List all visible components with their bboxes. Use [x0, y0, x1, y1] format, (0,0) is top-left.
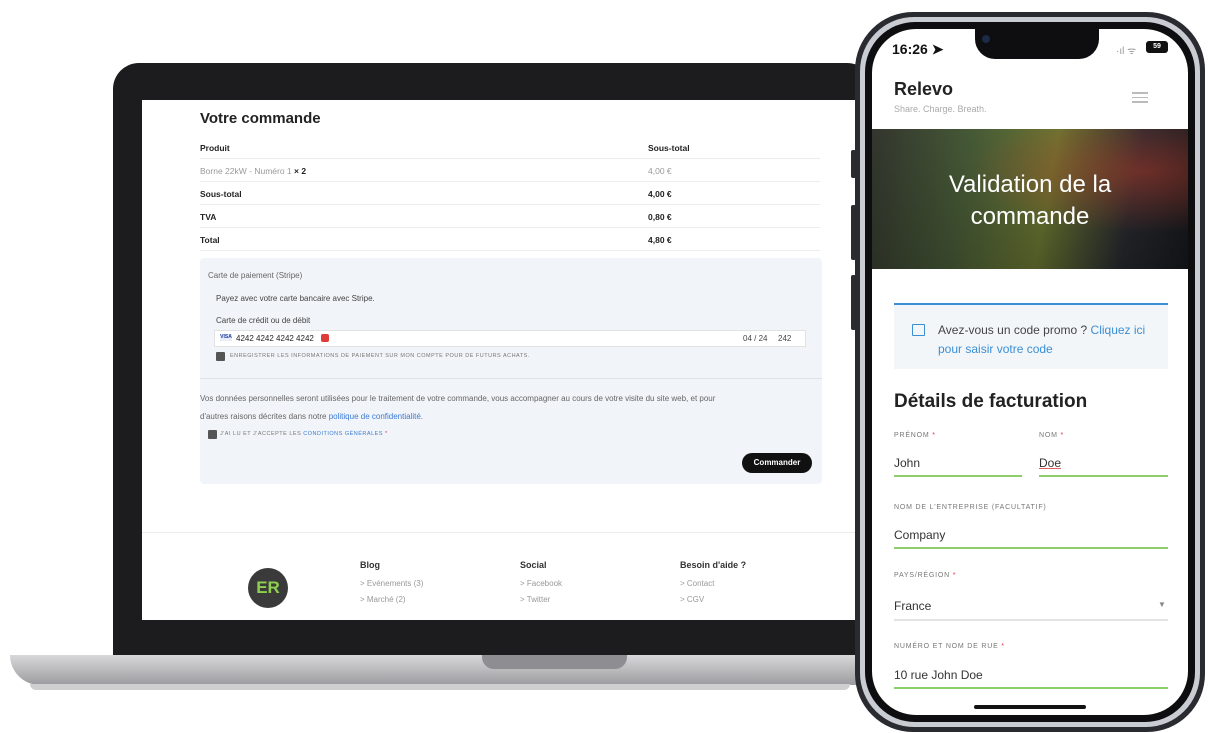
visa-icon: VISA — [220, 334, 232, 341]
table-row: Borne 22kW - Numéro 1 × 2 4,00 € — [200, 159, 820, 182]
header-subtotal: Sous-total — [648, 143, 690, 153]
relevo-logo[interactable]: ER — [248, 568, 288, 608]
terms-link[interactable]: conditions générales — [303, 431, 383, 437]
billing-title: Détails de facturation — [894, 391, 1088, 412]
phone-volume-up — [851, 205, 856, 260]
company-label: Nom de l'entreprise (facultatif) — [894, 504, 1047, 511]
last-name-field[interactable]: Doe — [1039, 456, 1061, 470]
order-button[interactable]: Commander — [742, 453, 812, 473]
privacy-text-2: d'autres raisons décrites dans notre pol… — [200, 412, 424, 421]
footer-link-contact[interactable]: > Contact — [680, 579, 746, 588]
calendar-icon — [912, 324, 925, 336]
country-select[interactable]: France — [894, 599, 931, 613]
footer-link-facebook[interactable]: > Facebook — [520, 579, 562, 588]
footer-col-title: Blog — [360, 560, 380, 570]
laptop-base-shadow — [30, 684, 850, 690]
signal-wifi-icon: ·ıl ᯤ — [1116, 46, 1137, 57]
row-value: 4,00 € — [648, 189, 672, 199]
footer-link-cgv[interactable]: > CGV — [680, 595, 746, 604]
footer-col-title: Social — [520, 560, 547, 570]
phone-mute-switch — [851, 150, 856, 178]
row-label: Total — [200, 235, 220, 245]
payment-divider — [200, 378, 822, 379]
promo-text: Avez-vous un code promo ? Cliquez ici po… — [938, 323, 1146, 356]
hamburger-menu-icon[interactable] — [1132, 92, 1148, 106]
first-name-field[interactable]: John — [894, 456, 920, 470]
privacy-policy-link[interactable]: politique de confidentialité — [329, 412, 421, 421]
payment-method-label: Carte de paiement (Stripe) — [208, 271, 303, 280]
footer-col-help: Besoin d'aide ? > Contact > CGV — [680, 560, 746, 604]
order-title: Votre commande — [200, 110, 321, 127]
header-product: Produit — [200, 143, 230, 153]
brand-tagline: Share. Charge. Breath. — [894, 104, 987, 114]
laptop-base — [10, 655, 870, 685]
last-name-underline — [1039, 475, 1168, 477]
street-label: Numéro et nom de rue * — [894, 643, 1005, 650]
status-time: 16:26 ➤ — [892, 41, 944, 57]
home-indicator — [974, 705, 1086, 709]
card-warning-icon — [321, 334, 329, 342]
footer-col-title: Besoin d'aide ? — [680, 560, 747, 570]
order-table: Produit Sous-total Borne 22kW - Numéro 1… — [200, 136, 820, 251]
payment-box: Carte de paiement (Stripe) Payez avec vo… — [200, 258, 822, 484]
first-name-label: Prénom * — [894, 432, 936, 439]
phone-volume-down — [851, 275, 856, 330]
terms-checkbox[interactable] — [208, 430, 217, 439]
country-label: Pays/région * — [894, 572, 957, 579]
product-name: Borne 22kW - Numéro 1 × 2 — [200, 166, 307, 176]
footer-link-events[interactable]: > Evénements (3) — [360, 579, 423, 588]
country-underline — [894, 619, 1168, 621]
laptop-screen: Votre commande Produit Sous-total Borne … — [142, 100, 870, 620]
company-underline — [894, 547, 1168, 549]
camera-icon — [982, 35, 990, 43]
card-expiry: 04 / 24 — [743, 334, 768, 343]
street-field[interactable]: 10 rue John Doe — [894, 668, 983, 682]
row-label: TVA — [200, 212, 217, 222]
save-card-checkbox[interactable] — [216, 352, 225, 361]
first-name-underline — [894, 475, 1022, 477]
footer-divider — [142, 532, 870, 533]
footer-link-market[interactable]: > Marché (2) — [360, 595, 423, 604]
footer-link-twitter[interactable]: > Twitter — [520, 595, 562, 604]
card-label: Carte de crédit ou de débit — [216, 316, 311, 325]
card-number: 4242 4242 4242 4242 — [236, 334, 314, 343]
terms-label: J'ai lu et j'accepte les conditions géné… — [220, 431, 388, 437]
table-row: Total 4,80 € — [200, 228, 820, 251]
street-underline — [894, 687, 1168, 689]
brand-title[interactable]: Relevo — [894, 79, 953, 100]
table-row: TVA 0,80 € — [200, 205, 820, 228]
table-header-row: Produit Sous-total — [200, 136, 820, 159]
row-value: 4,80 € — [648, 235, 672, 245]
dynamic-island — [975, 29, 1099, 59]
phone-screen: 16:26 ➤ ·ıl ᯤ 59 Relevo Share. Charge. B… — [872, 29, 1188, 715]
card-input[interactable]: VISA 4242 4242 4242 4242 04 / 24 242 — [214, 330, 806, 347]
footer-col-blog: Blog > Evénements (3) > Marché (2) — [360, 560, 423, 604]
row-value: 0,80 € — [648, 212, 672, 222]
product-subtotal: 4,00 € — [648, 166, 672, 176]
hero-title: Validation de la commande — [948, 171, 1112, 230]
laptop-notch — [482, 655, 627, 669]
footer-col-social: Social > Facebook > Twitter — [520, 560, 562, 604]
card-cvc: 242 — [778, 334, 792, 343]
battery-icon: 59 — [1146, 41, 1168, 53]
promo-notice: Avez-vous un code promo ? Cliquez ici po… — [894, 303, 1168, 369]
company-field[interactable]: Company — [894, 528, 945, 542]
chevron-down-icon[interactable]: ▼ — [1158, 600, 1166, 609]
last-name-label: Nom * — [1039, 432, 1065, 439]
payment-description: Payez avec votre carte bancaire avec Str… — [216, 294, 375, 303]
row-label: Sous-total — [200, 189, 242, 199]
privacy-text-1: Vos données personnelles seront utilisée… — [200, 394, 716, 403]
save-card-label: Enregistrer les informations de paiement… — [230, 353, 530, 359]
table-row: Sous-total 4,00 € — [200, 182, 820, 205]
